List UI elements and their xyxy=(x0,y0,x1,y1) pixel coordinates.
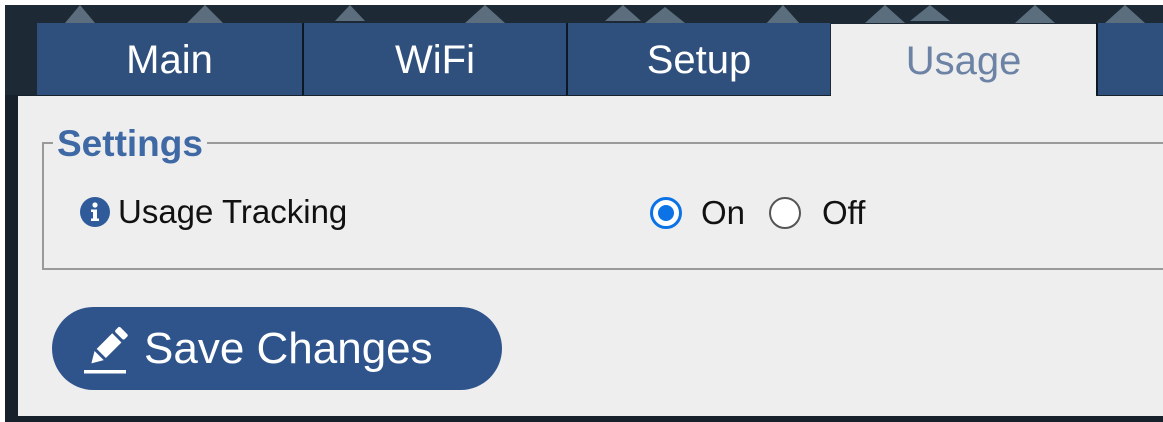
save-changes-label: Save Changes xyxy=(144,323,433,373)
tab-setup[interactable]: Setup xyxy=(566,23,830,95)
usage-tracking-off-radio[interactable] xyxy=(769,197,801,229)
app-window: Main WiFi Setup Usage Settings Usage Tra… xyxy=(5,5,1163,422)
usage-tracking-off-label[interactable]: Off xyxy=(822,195,865,231)
usage-panel: Settings Usage Tracking On Off Save Chan… xyxy=(18,96,1163,416)
usage-tracking-on-label[interactable]: On xyxy=(701,195,745,231)
usage-tracking-on-option[interactable]: On xyxy=(650,195,745,231)
tab-main[interactable]: Main xyxy=(37,23,302,95)
usage-tracking-on-radio[interactable] xyxy=(650,197,682,229)
tab-overflow[interactable] xyxy=(1096,23,1163,95)
tab-wifi[interactable]: WiFi xyxy=(302,23,566,95)
pencil-icon xyxy=(84,326,128,373)
info-icon[interactable] xyxy=(80,197,110,227)
tab-usage[interactable]: Usage xyxy=(831,24,1096,96)
save-changes-button[interactable]: Save Changes xyxy=(52,307,502,390)
usage-tracking-label: Usage Tracking xyxy=(118,193,348,230)
settings-legend: Settings xyxy=(53,124,207,164)
usage-tracking-off-option[interactable]: Off xyxy=(769,195,865,231)
